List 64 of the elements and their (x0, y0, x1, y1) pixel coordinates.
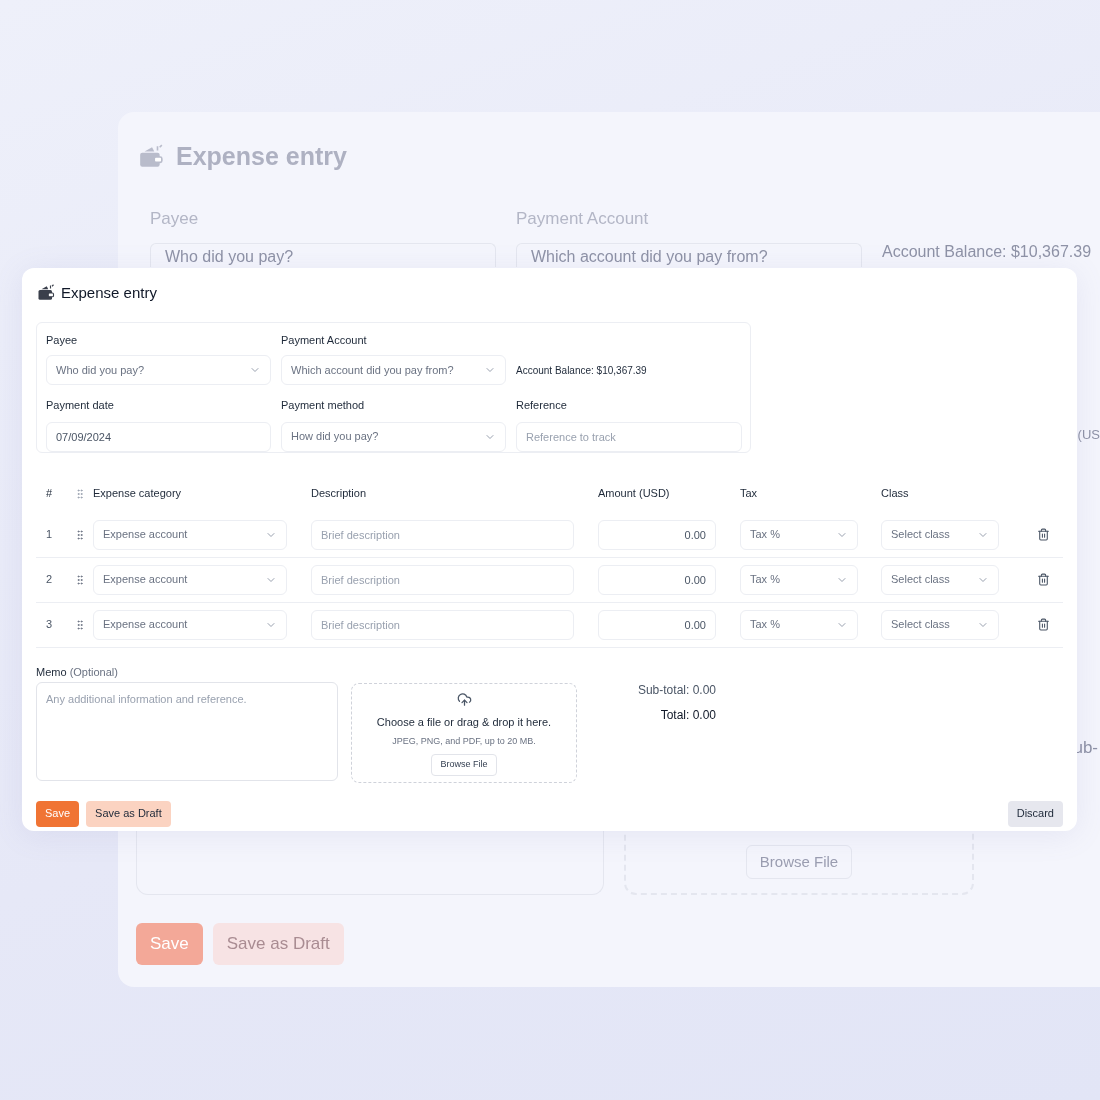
description-field[interactable]: Brief description (311, 519, 574, 550)
field-label: Payment date (46, 398, 115, 413)
payment-date-field[interactable]: 07/09/2024 (46, 421, 271, 452)
row-number: 2 (36, 557, 70, 603)
upload-icon (456, 691, 472, 707)
wallet-icon (37, 284, 55, 303)
column-header: Description (311, 486, 368, 502)
drag-handle-icon[interactable] (74, 618, 86, 631)
save-button[interactable]: Save (36, 800, 80, 827)
memo-field[interactable]: Any additional information and reference. (36, 681, 338, 781)
field-label: Payee (46, 332, 79, 348)
backdrop-label: Payee (150, 207, 200, 230)
field-label: Payment method (281, 398, 366, 413)
wallet-icon (138, 143, 164, 170)
delete-icon[interactable] (1037, 528, 1050, 541)
category-select[interactable]: Expense account (93, 519, 287, 550)
drag-handle-icon[interactable] (74, 528, 86, 541)
description-field[interactable]: Brief description (311, 564, 574, 595)
payment-method-select[interactable]: How did you pay? (281, 421, 506, 452)
amount-field[interactable]: 0.00 (598, 609, 716, 640)
memo-label: Memo (Optional) (36, 664, 119, 680)
delete-icon[interactable] (1037, 618, 1050, 631)
tax-select[interactable]: Tax % (740, 564, 858, 595)
backdrop-title: Expense entry (176, 141, 347, 172)
class-select[interactable]: Select class (881, 519, 999, 550)
browse-file-button[interactable]: Browse File (431, 753, 497, 776)
tax-select[interactable]: Tax % (740, 609, 858, 640)
upload-title: Choose a file or drag & drop it here. (376, 714, 552, 730)
total-text: Total: 0.00 (660, 706, 716, 724)
backdrop-select-field[interactable]: Who did you pay? (150, 243, 496, 267)
save-draft-button[interactable]: Save as Draft (86, 800, 171, 827)
drag-handle-icon (74, 487, 86, 500)
backdrop-label: Payment Account (516, 207, 650, 230)
upload-zone[interactable]: Choose a file or drag & drop it here. JPEG, PNG, and PDF, up to 20 MB. Browse File (351, 682, 577, 783)
tax-select[interactable]: Tax % (740, 519, 858, 550)
payee-select[interactable]: Who did you pay? (46, 355, 271, 385)
category-select[interactable]: Expense account (93, 609, 287, 640)
backdrop-edge-text: (US (1077, 426, 1100, 444)
category-select[interactable]: Expense account (93, 564, 287, 595)
class-select[interactable]: Select class (881, 564, 999, 595)
column-header: # (45, 486, 54, 502)
field-label: Reference (516, 398, 568, 413)
column-header: Expense category (93, 486, 183, 502)
description-field[interactable]: Brief description (311, 609, 574, 640)
column-header: Class (881, 486, 910, 502)
delete-icon[interactable] (1037, 573, 1050, 586)
payment-account-select[interactable]: Which account did you pay from? (281, 355, 506, 385)
column-header: Tax (740, 486, 759, 502)
discard-button[interactable]: Discard (1007, 800, 1063, 827)
amount-field[interactable]: 0.00 (598, 564, 716, 595)
backdrop-select-field[interactable]: Which account did you pay from? (516, 243, 862, 267)
card-title: Expense entry (61, 283, 157, 303)
column-header: Amount (USD) (598, 486, 671, 502)
field-label: Payment Account (281, 332, 368, 348)
upload-hint: JPEG, PNG, and PDF, up to 20 MB. (392, 735, 536, 748)
backdrop-balance: Account Balance: $10,367.39 (882, 243, 1092, 261)
reference-field[interactable]: Reference to track (516, 421, 742, 452)
class-select[interactable]: Select class (881, 609, 999, 640)
amount-field[interactable]: 0.00 (598, 519, 716, 550)
row-number: 1 (36, 512, 70, 558)
total-text: Sub-total: 0.00 (637, 681, 716, 699)
row-number: 3 (36, 602, 70, 648)
account-balance: Account Balance: $10,367.39 (516, 363, 648, 378)
drag-handle-icon[interactable] (74, 573, 86, 586)
